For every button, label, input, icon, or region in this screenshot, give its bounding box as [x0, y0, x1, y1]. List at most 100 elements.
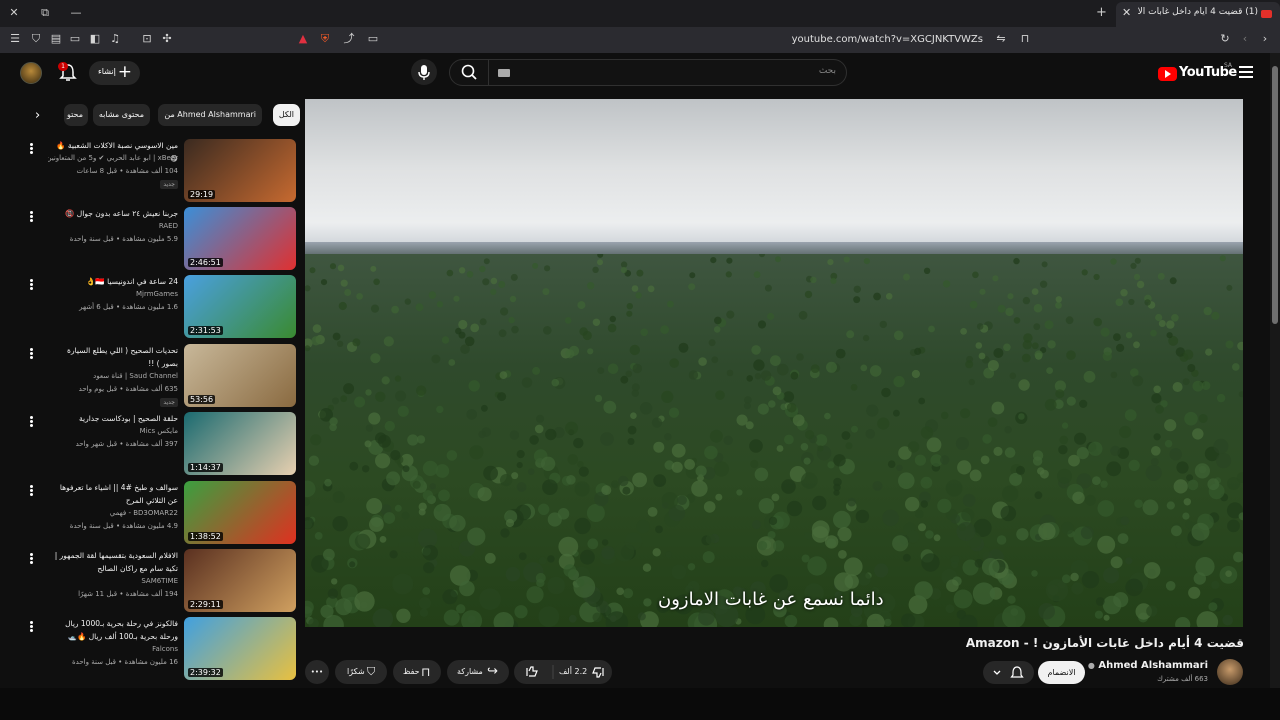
site-settings-icon[interactable]: ⇋ — [994, 32, 1008, 46]
related-video-thumbnail[interactable]: 2:39:32 — [184, 617, 296, 680]
related-video-title[interactable]: فالكونز في رحلة بحرية بـ1000 ريال ورحلة … — [53, 617, 178, 643]
user-avatar[interactable] — [20, 62, 42, 84]
music-icon[interactable]: ♫ — [108, 32, 122, 46]
related-video-title[interactable]: سوالف و طبخ #4 || اشياء ما تعرفوها عن ال… — [53, 481, 178, 507]
related-video-thumbnail[interactable]: 1:38:52 — [184, 481, 296, 544]
related-video-thumbnail[interactable]: 2:29:11 — [184, 549, 296, 612]
microphone-icon — [418, 65, 430, 80]
video-options-icon[interactable] — [30, 279, 33, 291]
related-video-item[interactable]: جربنا نعيش ٢٤ ساعه بدون جوال 📵 RAED 5.9 مل… — [22, 207, 296, 271]
video-options-icon[interactable] — [30, 553, 33, 565]
video-options-icon[interactable] — [30, 211, 33, 223]
related-video-meta: 1.6 مليون مشاهدة • قبل 6 أشهر — [79, 303, 178, 311]
chip-all[interactable]: الكل — [272, 104, 300, 126]
shield-icon[interactable]: ⛉ — [29, 32, 43, 46]
create-button[interactable]: إنشاء + — [89, 61, 140, 85]
brave-rewards-icon[interactable]: ▲ — [296, 32, 310, 46]
chip-watched[interactable]: محتو — [64, 104, 88, 126]
search-input[interactable]: بحث — [449, 59, 847, 86]
chip-from-channel[interactable]: من Ahmed Alshammari — [158, 104, 262, 126]
guide-menu-icon[interactable] — [1239, 66, 1253, 78]
related-video-title[interactable]: 24 ساعة في اندونيسيا 🇮🇩👌 — [53, 275, 178, 288]
related-video-thumbnail[interactable]: 53:56 — [184, 344, 296, 407]
related-video-thumbnail[interactable]: 1:14:37 — [184, 412, 296, 475]
related-video-item[interactable]: فالكونز في رحلة بحرية بـ1000 ريال ورحلة … — [22, 617, 296, 681]
extensions-icon[interactable]: ✣ — [160, 32, 174, 46]
brave-shields-icon[interactable]: ⛨ — [318, 32, 332, 46]
related-video-thumbnail[interactable]: 2:46:51 — [184, 207, 296, 270]
related-video-title[interactable]: الافلام السعودية بتقسيمها لقة الجمهور | … — [53, 549, 178, 575]
voice-search-button[interactable] — [411, 59, 437, 85]
related-video-item[interactable]: 24 ساعة في اندونيسيا 🇮🇩👌 MjrmGames 1.6 ملي… — [22, 275, 296, 339]
related-video-channel[interactable]: Saud Channel | قناة سعود — [48, 372, 178, 380]
related-video-item[interactable]: حلقة الصحيح | بودكاست جدارية مايكس Mics 39… — [22, 412, 296, 476]
related-video-channel[interactable]: Falcons — [48, 645, 178, 653]
like-dislike-group: 2.2 ألف — [514, 660, 612, 684]
new-tab-button[interactable]: + — [1096, 5, 1107, 20]
related-video-title[interactable]: حلقة الصحيح | بودكاست جدارية — [53, 412, 178, 425]
related-filter-chips: الكل من Ahmed Alshammari محتوى مشابه محت… — [30, 104, 300, 126]
related-video-thumbnail[interactable]: 2:31:53 — [184, 275, 296, 338]
minimize-window-icon[interactable]: — — [66, 4, 86, 22]
thanks-button[interactable]: شكرًا ⛉ — [335, 660, 387, 684]
dislike-button[interactable] — [518, 660, 552, 684]
video-options-icon[interactable] — [30, 621, 33, 633]
video-duration: 53:56 — [188, 395, 216, 404]
keyboard-icon[interactable] — [498, 69, 510, 77]
related-video-channel[interactable]: RAED — [48, 222, 178, 230]
screenshot-icon[interactable]: ⊡ — [140, 32, 154, 46]
related-video-item[interactable]: الافلام السعودية بتقسيمها لقة الجمهور | … — [22, 549, 296, 613]
share-button[interactable]: مشاركة ↪ — [447, 660, 509, 684]
sidebar-icon[interactable]: ◧ — [88, 32, 102, 46]
menu-icon[interactable]: ☰ — [8, 32, 22, 46]
channel-avatar[interactable] — [1217, 659, 1243, 685]
video-options-icon[interactable] — [30, 485, 33, 497]
cast-icon[interactable]: ▭ — [366, 32, 380, 46]
related-video-item[interactable]: سوالف و طبخ #4 || اشياء ما تعرفوها عن ال… — [22, 481, 296, 545]
tab-close-icon[interactable]: ✕ — [1122, 6, 1131, 19]
channel-name-text: Ahmed Alshammari — [1098, 660, 1208, 671]
forward-icon[interactable]: ‹ — [1238, 32, 1252, 46]
related-video-channel[interactable]: MjrmGames — [48, 290, 178, 298]
address-bar[interactable]: ▲ ⛨ ⤴ ▭ youtube.com/watch?v=XGCJNKTVWZs … — [288, 29, 1033, 51]
bookmark-icon[interactable]: ⊓ — [1018, 32, 1032, 46]
chip-related[interactable]: محتوى مشابه — [92, 104, 150, 126]
subscribed-button[interactable] — [983, 661, 1034, 684]
related-video-title[interactable]: تحديات الصحيح ( اللي يطلع السيارة بصور )… — [53, 344, 178, 370]
video-options-icon[interactable] — [30, 143, 33, 155]
related-video-channel[interactable]: BD3OMAR22 - فهمي — [48, 509, 178, 517]
more-actions-button[interactable]: ••• — [305, 660, 329, 684]
save-button[interactable]: حفظ ⊓ — [393, 660, 441, 684]
video-options-icon[interactable] — [30, 348, 33, 360]
save-label: حفظ — [403, 667, 420, 676]
close-window-icon[interactable]: ✕ — [4, 4, 24, 22]
join-button[interactable]: الانضمام — [1038, 661, 1085, 684]
thanks-label: شكرًا — [347, 667, 365, 676]
related-video-item[interactable]: مين الاسوسي نصبة الاكلات الشعبية 🔥😋 xBear… — [22, 139, 296, 203]
video-player[interactable]: دائما نسمع عن غابات الامازون — [305, 99, 1243, 627]
page-scrollbar-thumb[interactable] — [1272, 66, 1278, 324]
related-video-title[interactable]: جربنا نعيش ٢٤ ساعه بدون جوال 📵 — [53, 207, 178, 220]
notifications-button[interactable]: 1 — [58, 62, 78, 84]
forest-canopy-texture — [305, 254, 1243, 627]
video-frame-sky — [305, 99, 1243, 254]
subscriber-count: 663 ألف مشترك — [1157, 675, 1208, 683]
reader-icon[interactable]: ⤴ — [342, 32, 356, 46]
browser-tab[interactable]: ✕ (1) قضيت 4 أيام داخل غابات الأمازون — [1116, 2, 1280, 27]
video-options-icon[interactable] — [30, 416, 33, 428]
search-button[interactable] — [449, 59, 489, 86]
related-video-channel[interactable]: xBear | ابو عابد الحربي ✔ و5 من المتعاون… — [48, 154, 178, 162]
reload-icon[interactable]: ↻ — [1218, 32, 1232, 46]
youtube-logo[interactable]: YouTube SA — [1158, 62, 1237, 83]
related-video-channel[interactable]: مايكس Mics — [48, 427, 178, 435]
verified-icon: ● — [1087, 661, 1095, 670]
related-video-channel[interactable]: SAM6TIME — [48, 577, 178, 585]
restore-window-icon[interactable]: ⧉ — [35, 4, 55, 22]
related-video-item[interactable]: تحديات الصحيح ( اللي يطلع السيارة بصور )… — [22, 344, 296, 408]
back-icon[interactable]: › — [1258, 32, 1272, 46]
wallet-icon[interactable]: ▭ — [68, 32, 82, 46]
channel-name[interactable]: ● Ahmed Alshammari — [1088, 660, 1208, 671]
related-video-thumbnail[interactable]: 29:19 — [184, 139, 296, 202]
tabs-icon[interactable]: ▤ — [49, 32, 63, 46]
tab-title: (1) قضيت 4 أيام داخل غابات الأمازون — [1138, 7, 1258, 17]
